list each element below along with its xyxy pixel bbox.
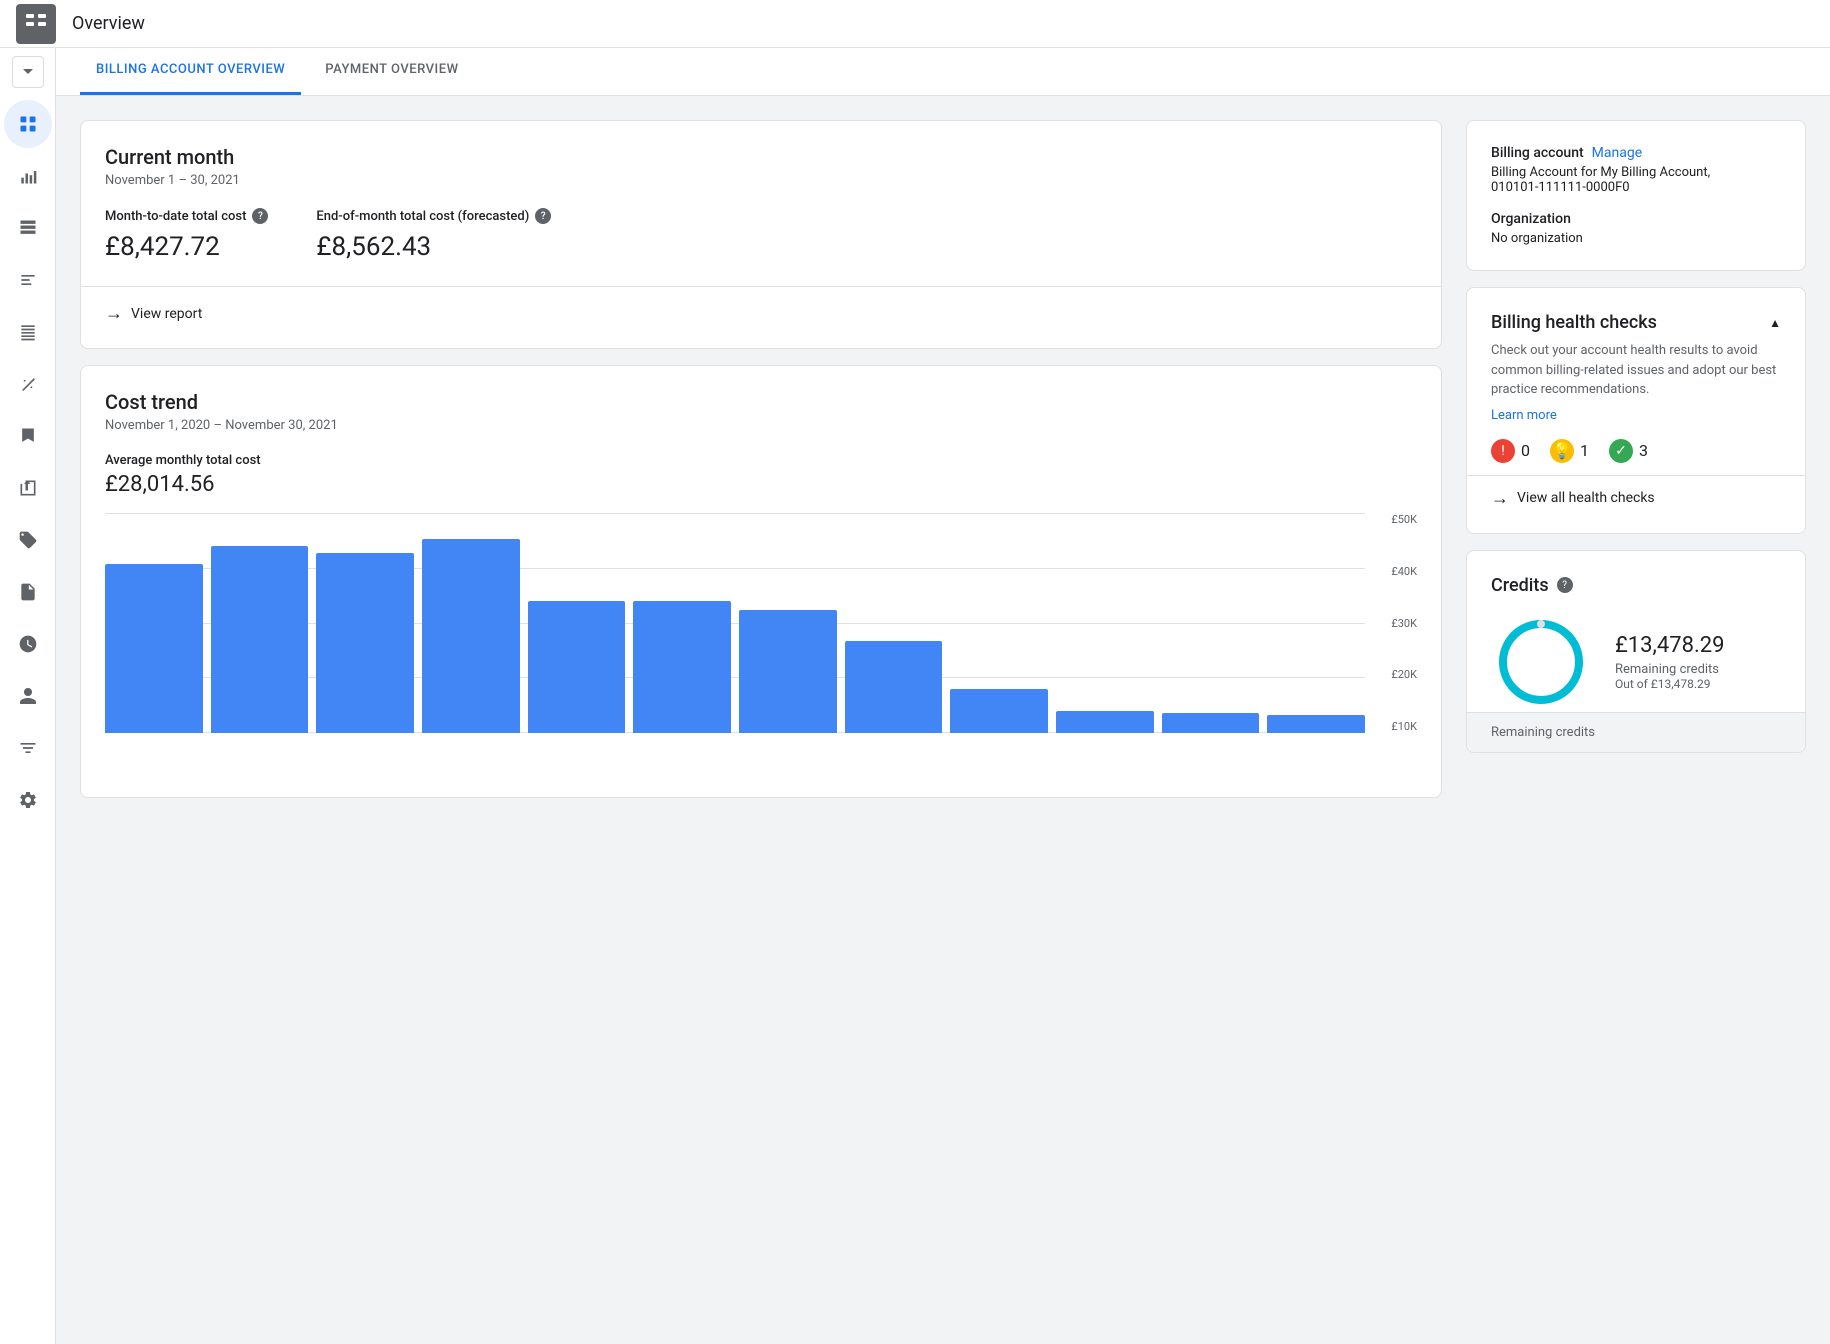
billing-account-label: Billing account	[1491, 145, 1584, 161]
view-report-link[interactable]: → View report	[105, 303, 1417, 324]
health-desc: Check out your account health results to…	[1491, 341, 1781, 400]
app-logo	[16, 4, 56, 44]
forecasted-value: £8,562.43	[316, 232, 551, 262]
org-value: No organization	[1491, 231, 1781, 246]
bar-7	[739, 610, 837, 733]
cost-row: Month-to-date total cost ? £8,427.72 End…	[105, 208, 1417, 262]
bar-10	[1056, 711, 1154, 733]
current-month-card: Current month November 1 – 30, 2021 Mont…	[80, 120, 1442, 349]
health-counts: ! 0 💡 1 ✓ 3	[1491, 439, 1781, 463]
sidebar	[0, 48, 56, 1344]
billing-account-name: Billing Account for My Billing Account, …	[1491, 165, 1781, 195]
sidebar-item-reports[interactable]	[4, 152, 52, 200]
avg-cost-label: Average monthly total cost	[105, 453, 1417, 468]
health-divider	[1467, 475, 1805, 476]
billing-account-card: Billing account Manage Billing Account f…	[1466, 120, 1806, 271]
learn-more-link[interactable]: Learn more	[1491, 408, 1781, 423]
y-label-40k: £40K	[1369, 565, 1417, 578]
top-bar: Overview	[0, 0, 1830, 48]
bar-4	[422, 539, 520, 733]
sidebar-dropdown[interactable]	[12, 56, 44, 88]
error-icon: !	[1491, 439, 1515, 463]
y-label-20k: £20K	[1369, 668, 1417, 681]
cost-trend-card: Cost trend November 1, 2020 – November 3…	[80, 365, 1442, 798]
tabs-bar: BILLING ACCOUNT OVERVIEW PAYMENT OVERVIE…	[56, 48, 1830, 96]
health-checks-card: Billing health checks Check out your acc…	[1466, 287, 1806, 534]
credits-footer: Remaining credits	[1467, 712, 1805, 752]
arrow-right-icon: →	[105, 303, 123, 324]
month-to-date-value: £8,427.72	[105, 232, 268, 262]
warn-count: 💡 1	[1550, 439, 1589, 463]
bar-1	[105, 564, 203, 733]
sidebar-item-overview[interactable]	[4, 100, 52, 148]
credits-card: Credits ? £13,478.29 Remaining credits O…	[1466, 550, 1806, 753]
sidebar-item-commitments[interactable]	[4, 360, 52, 408]
cost-trend-title: Cost trend	[105, 390, 1417, 414]
right-column: Billing account Manage Billing Account f…	[1466, 120, 1806, 798]
sidebar-item-budgets[interactable]	[4, 308, 52, 356]
org-label: Organization	[1491, 211, 1781, 227]
sidebar-item-settings[interactable]	[4, 776, 52, 824]
y-label-10k: £10K	[1369, 720, 1417, 733]
main-content: Current month November 1 – 30, 2021 Mont…	[56, 96, 1830, 822]
sidebar-item-manage[interactable]	[4, 724, 52, 772]
sidebar-item-recommendations[interactable]	[4, 412, 52, 460]
health-title: Billing health checks	[1491, 312, 1657, 333]
credits-amount: £13,478.29	[1615, 633, 1724, 658]
collapse-icon[interactable]	[1769, 315, 1781, 331]
forecasted-help-icon[interactable]: ?	[535, 208, 551, 224]
credits-help-icon[interactable]: ?	[1557, 577, 1573, 593]
error-count: ! 0	[1491, 439, 1530, 463]
ok-icon: ✓	[1609, 439, 1633, 463]
view-all-health-checks-link[interactable]: → View all health checks	[1491, 488, 1781, 509]
bar-chart: £50K £40K £30K £20K £10K	[105, 513, 1417, 773]
sidebar-item-documents[interactable]	[4, 568, 52, 616]
month-to-date-cost: Month-to-date total cost ? £8,427.72	[105, 208, 268, 262]
bar-9	[950, 689, 1048, 733]
y-label-50k: £50K	[1369, 513, 1417, 526]
bar-chart-inner	[105, 513, 1417, 733]
cost-trend-date: November 1, 2020 – November 30, 2021	[105, 418, 1417, 433]
avg-cost-value: £28,014.56	[105, 472, 1417, 497]
current-month-date: November 1 – 30, 2021	[105, 173, 1417, 188]
sidebar-item-clock[interactable]	[4, 620, 52, 668]
credits-title: Credits	[1491, 575, 1549, 596]
sidebar-item-pricing[interactable]	[4, 516, 52, 564]
bar-3	[316, 553, 414, 733]
warn-icon: 💡	[1550, 439, 1574, 463]
sidebar-item-cost-table[interactable]	[4, 204, 52, 252]
credits-remaining-label: Remaining credits	[1615, 662, 1724, 677]
arrow-right-health-icon: →	[1491, 488, 1509, 509]
sidebar-item-export[interactable]	[4, 464, 52, 512]
left-column: Current month November 1 – 30, 2021 Mont…	[80, 120, 1442, 798]
page-title: Overview	[72, 13, 145, 34]
y-axis-labels: £50K £40K £30K £20K £10K	[1369, 513, 1417, 733]
bar-11	[1162, 713, 1260, 733]
sidebar-item-person[interactable]	[4, 672, 52, 720]
card-divider	[81, 286, 1441, 287]
forecasted-cost: End-of-month total cost (forecasted) ? £…	[316, 208, 551, 262]
bar-2	[211, 546, 309, 733]
manage-link[interactable]: Manage	[1592, 145, 1642, 161]
sidebar-item-breakdown[interactable]	[4, 256, 52, 304]
tab-payment-overview[interactable]: PAYMENT OVERVIEW	[309, 47, 474, 95]
ok-count: ✓ 3	[1609, 439, 1648, 463]
tab-billing-account-overview[interactable]: BILLING ACCOUNT OVERVIEW	[80, 47, 301, 95]
credits-out-of: Out of £13,478.29	[1615, 677, 1724, 691]
month-to-date-help-icon[interactable]: ?	[252, 208, 268, 224]
bar-5	[528, 601, 626, 733]
bar-6	[633, 601, 731, 733]
bar-12	[1267, 715, 1365, 733]
credits-donut	[1491, 612, 1591, 712]
bar-8	[845, 641, 943, 733]
y-label-30k: £30K	[1369, 617, 1417, 630]
current-month-title: Current month	[105, 145, 1417, 169]
